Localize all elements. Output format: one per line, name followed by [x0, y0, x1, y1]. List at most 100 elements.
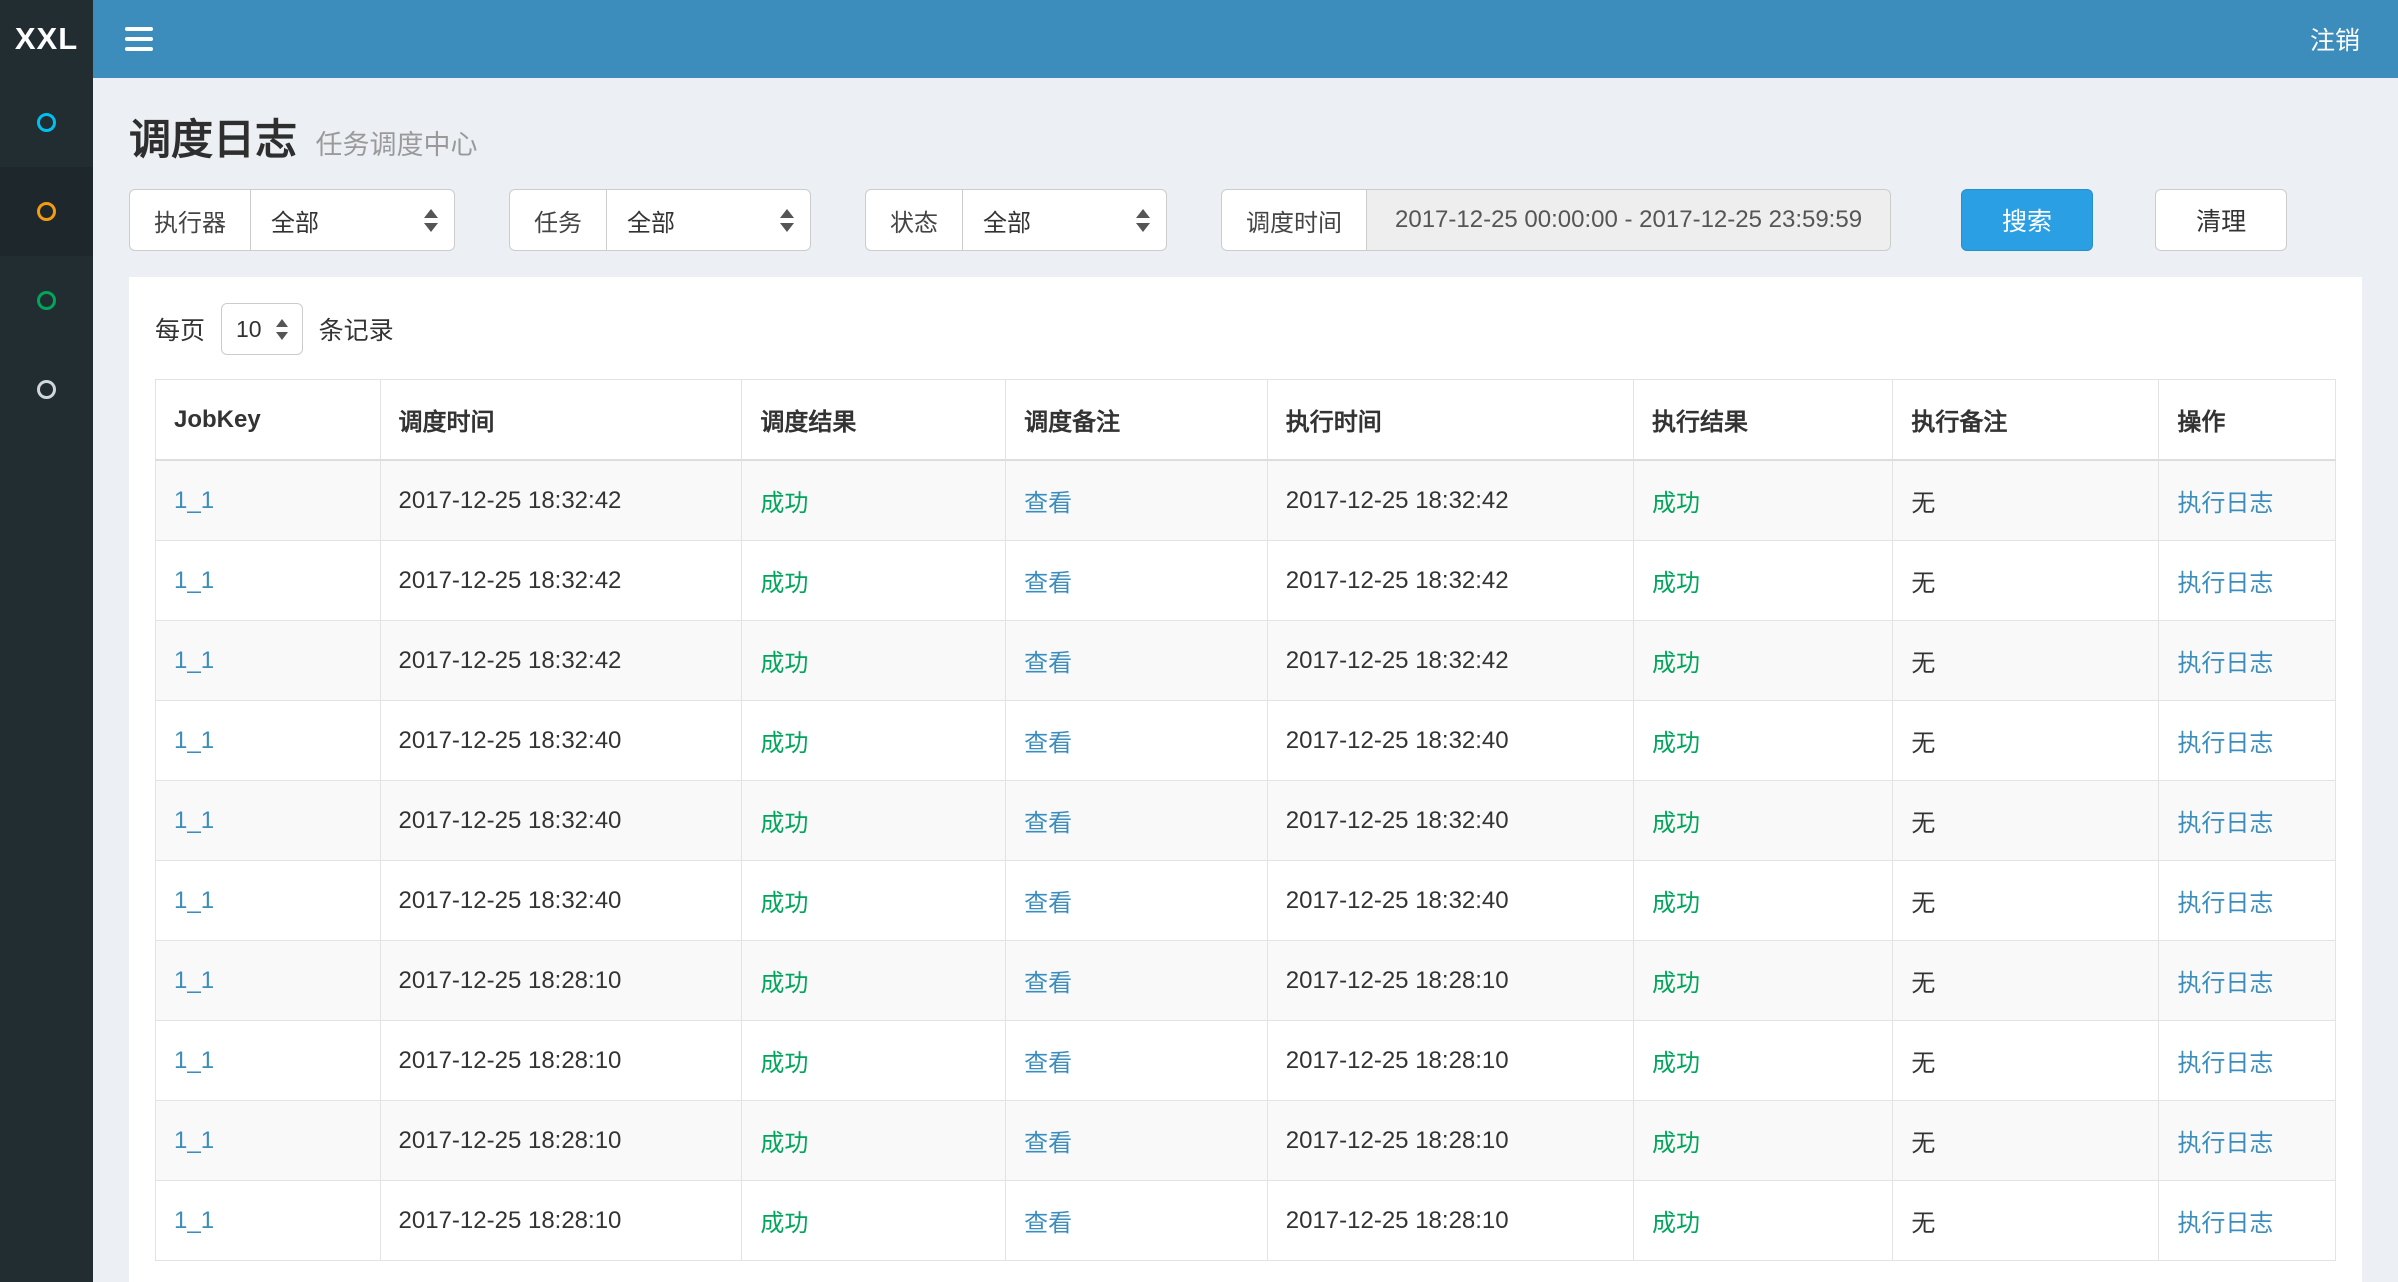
cell-dispatch-time: 2017-12-25 18:28:10 — [380, 1021, 742, 1101]
exec-log-link[interactable]: 执行日志 — [2177, 970, 2273, 997]
executor-filter-label: 执行器 — [129, 189, 250, 251]
view-remark-link[interactable]: 查看 — [1024, 1050, 1072, 1077]
jobkey-link[interactable]: 1_1 — [174, 1207, 214, 1234]
logout-link[interactable]: 注销 — [2272, 0, 2398, 78]
select-arrows-icon — [424, 209, 438, 232]
jobkey-link[interactable]: 1_1 — [174, 487, 214, 514]
exec-log-link[interactable]: 执行日志 — [2177, 1050, 2273, 1077]
page-size-suffix: 条记录 — [319, 311, 394, 347]
sidebar-menu — [0, 78, 93, 1282]
cell-dispatch-time: 2017-12-25 18:32:42 — [380, 460, 742, 541]
cell-exec-result: 成功 — [1634, 1101, 1893, 1181]
cell-dispatch-remark: 查看 — [1006, 1021, 1268, 1101]
cell-jobkey: 1_1 — [156, 1181, 381, 1261]
table-row: 1_1 2017-12-25 18:28:10 成功 查看 2017-12-25… — [156, 941, 2336, 1021]
sidebar-item-2[interactable] — [0, 167, 93, 256]
column-header-exec-remark: 执行备注 — [1893, 380, 2159, 461]
sidebar-item-4[interactable] — [0, 345, 93, 434]
view-remark-link[interactable]: 查看 — [1024, 970, 1072, 997]
exec-log-link[interactable]: 执行日志 — [2177, 730, 2273, 757]
jobkey-link[interactable]: 1_1 — [174, 967, 214, 994]
exec-log-link[interactable]: 执行日志 — [2177, 1210, 2273, 1237]
cell-jobkey: 1_1 — [156, 621, 381, 701]
time-range-input[interactable]: 2017-12-25 00:00:00 - 2017-12-25 23:59:5… — [1366, 189, 1891, 251]
view-remark-link[interactable]: 查看 — [1024, 650, 1072, 677]
cell-jobkey: 1_1 — [156, 541, 381, 621]
table-row: 1_1 2017-12-25 18:32:40 成功 查看 2017-12-25… — [156, 861, 2336, 941]
cell-exec-remark: 无 — [1893, 621, 2159, 701]
cell-exec-result: 成功 — [1634, 1021, 1893, 1101]
view-remark-link[interactable]: 查看 — [1024, 810, 1072, 837]
cell-exec-result: 成功 — [1634, 941, 1893, 1021]
exec-log-link[interactable]: 执行日志 — [2177, 490, 2273, 517]
jobkey-link[interactable]: 1_1 — [174, 1127, 214, 1154]
cell-exec-time: 2017-12-25 18:28:10 — [1267, 1101, 1633, 1181]
table-row: 1_1 2017-12-25 18:28:10 成功 查看 2017-12-25… — [156, 1101, 2336, 1181]
cell-dispatch-time: 2017-12-25 18:32:40 — [380, 861, 742, 941]
cell-exec-time: 2017-12-25 18:32:40 — [1267, 781, 1633, 861]
cell-dispatch-time: 2017-12-25 18:28:10 — [380, 941, 742, 1021]
select-arrows-icon — [1136, 209, 1150, 232]
hamburger-icon — [125, 47, 153, 51]
jobkey-link[interactable]: 1_1 — [174, 647, 214, 674]
cell-exec-time: 2017-12-25 18:32:40 — [1267, 701, 1633, 781]
jobkey-link[interactable]: 1_1 — [174, 567, 214, 594]
cell-dispatch-result: 成功 — [742, 941, 1006, 1021]
cell-jobkey: 1_1 — [156, 861, 381, 941]
cell-action: 执行日志 — [2159, 541, 2336, 621]
cell-exec-remark: 无 — [1893, 460, 2159, 541]
executor-select[interactable]: 全部 — [250, 189, 455, 251]
view-remark-link[interactable]: 查看 — [1024, 1130, 1072, 1157]
view-remark-link[interactable]: 查看 — [1024, 1210, 1072, 1237]
exec-log-link[interactable]: 执行日志 — [2177, 650, 2273, 677]
table-row: 1_1 2017-12-25 18:32:42 成功 查看 2017-12-25… — [156, 460, 2336, 541]
cell-action: 执行日志 — [2159, 460, 2336, 541]
exec-log-link[interactable]: 执行日志 — [2177, 890, 2273, 917]
log-panel: 每页 10 条记录 JobKey 调度时间 调度结果 调度备注 执行时间 执行结… — [129, 277, 2362, 1282]
column-header-dispatch-time: 调度时间 — [380, 380, 742, 461]
table-row: 1_1 2017-12-25 18:28:10 成功 查看 2017-12-25… — [156, 1021, 2336, 1101]
app-logo[interactable]: XXL — [0, 0, 93, 78]
exec-log-link[interactable]: 执行日志 — [2177, 570, 2273, 597]
job-filter-label: 任务 — [509, 189, 606, 251]
jobkey-link[interactable]: 1_1 — [174, 1047, 214, 1074]
cell-action: 执行日志 — [2159, 781, 2336, 861]
cell-dispatch-time: 2017-12-25 18:32:42 — [380, 621, 742, 701]
select-arrows-icon — [780, 209, 794, 232]
status-filter-group: 状态 全部 — [865, 189, 1167, 251]
column-header-exec-time: 执行时间 — [1267, 380, 1633, 461]
cell-jobkey: 1_1 — [156, 1021, 381, 1101]
clear-button[interactable]: 清理 — [2155, 189, 2287, 251]
filter-toolbar: 执行器 全部 任务 全部 状态 全部 调度时间 2017-12-25 00:00… — [93, 189, 2398, 251]
cell-dispatch-remark: 查看 — [1006, 781, 1268, 861]
view-remark-link[interactable]: 查看 — [1024, 890, 1072, 917]
exec-log-link[interactable]: 执行日志 — [2177, 1130, 2273, 1157]
circle-icon — [37, 380, 56, 399]
job-select[interactable]: 全部 — [606, 189, 811, 251]
cell-dispatch-remark: 查看 — [1006, 1101, 1268, 1181]
column-header-jobkey: JobKey — [156, 380, 381, 461]
cell-dispatch-result: 成功 — [742, 1021, 1006, 1101]
exec-log-link[interactable]: 执行日志 — [2177, 810, 2273, 837]
sidebar-toggle-button[interactable] — [93, 0, 185, 78]
jobkey-link[interactable]: 1_1 — [174, 727, 214, 754]
cell-jobkey: 1_1 — [156, 781, 381, 861]
status-select[interactable]: 全部 — [962, 189, 1167, 251]
sidebar-item-3[interactable] — [0, 256, 93, 345]
jobkey-link[interactable]: 1_1 — [174, 887, 214, 914]
cell-dispatch-remark: 查看 — [1006, 1181, 1268, 1261]
view-remark-link[interactable]: 查看 — [1024, 730, 1072, 757]
page-size-select[interactable]: 10 — [221, 303, 303, 355]
cell-exec-time: 2017-12-25 18:28:10 — [1267, 1181, 1633, 1261]
log-table: JobKey 调度时间 调度结果 调度备注 执行时间 执行结果 执行备注 操作 … — [155, 379, 2336, 1261]
sidebar-item-1[interactable] — [0, 78, 93, 167]
cell-action: 执行日志 — [2159, 701, 2336, 781]
view-remark-link[interactable]: 查看 — [1024, 490, 1072, 517]
cell-exec-time: 2017-12-25 18:32:40 — [1267, 861, 1633, 941]
log-table-body: 1_1 2017-12-25 18:32:42 成功 查看 2017-12-25… — [156, 460, 2336, 1261]
view-remark-link[interactable]: 查看 — [1024, 570, 1072, 597]
cell-exec-remark: 无 — [1893, 541, 2159, 621]
table-footer: 第 1 页 ( 总共 1 页，10 条记录 ) 上页 1 下页 — [129, 1261, 2362, 1282]
search-button[interactable]: 搜索 — [1961, 189, 2093, 251]
jobkey-link[interactable]: 1_1 — [174, 807, 214, 834]
